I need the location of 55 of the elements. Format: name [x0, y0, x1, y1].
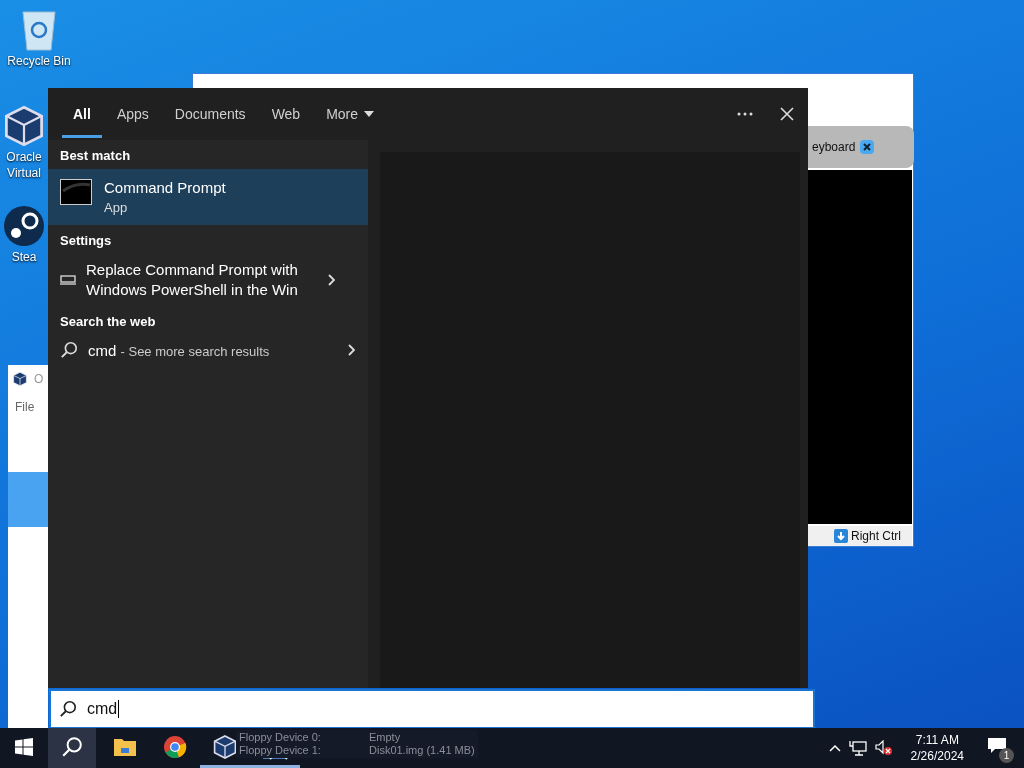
- filter-tab[interactable]: All: [60, 88, 104, 140]
- toolbar-label: eyboard: [812, 140, 856, 154]
- window-title: O: [34, 372, 44, 386]
- icon-label: Stea: [11, 250, 37, 264]
- result-text: Replace Command Prompt with Windows PowerShell in the Win: [86, 260, 299, 300]
- muted-speaker-icon[interactable]: [874, 740, 893, 756]
- chrome-icon: [163, 734, 187, 759]
- icon-label: Oracle: [6, 150, 42, 164]
- caret-icon: [364, 111, 375, 117]
- tooltip-value: Empty: [369, 731, 402, 744]
- arrow-down-icon: [834, 529, 848, 543]
- filter-tab[interactable]: More: [313, 88, 388, 140]
- section-heading: Best match: [59, 147, 132, 165]
- chevron-right-icon: [348, 344, 356, 356]
- cube-icon: [2, 104, 46, 148]
- settings-result[interactable]: Replace Command Prompt with Windows PowerShell in the Win: [48, 254, 368, 306]
- section-heading: Search the web: [59, 313, 157, 331]
- search-field[interactable]: cmd: [49, 689, 815, 729]
- web-result[interactable]: cmd - See more search results: [48, 335, 368, 365]
- windows-icon: [15, 737, 33, 756]
- cube-icon: [12, 371, 28, 387]
- folder-icon: [113, 736, 137, 757]
- best-match-item[interactable]: Command Prompt App: [48, 169, 368, 225]
- search-icon: [61, 735, 83, 758]
- result-text: cmd - See more search results: [88, 341, 271, 359]
- tooltip-label: Floppy Device 0:: [239, 731, 322, 744]
- notifications-button[interactable]: 1: [982, 731, 1016, 765]
- result-type: App: [104, 200, 129, 215]
- ellipsis-icon: [737, 112, 753, 116]
- chevron-right-icon: [328, 274, 336, 286]
- clock[interactable]: 7:11 AM 2/26/2024: [910, 732, 964, 764]
- icon-label: Virtual: [7, 166, 41, 180]
- search-icon: [59, 700, 77, 718]
- section-heading: Settings: [59, 232, 113, 250]
- notification-count: 1: [999, 748, 1014, 763]
- close-icon[interactable]: [859, 139, 876, 155]
- terminal-icon: [60, 179, 92, 205]
- close-icon: [780, 107, 794, 121]
- tooltip-value: Disk01.img (1.41 MB): [369, 744, 475, 757]
- laptop-icon: [60, 275, 76, 285]
- chevron-up-icon[interactable]: [828, 744, 841, 752]
- icon-label: Recycle Bin: [7, 54, 71, 68]
- filter-tab[interactable]: Apps: [103, 88, 162, 140]
- recycle-bin-icon: [19, 8, 59, 52]
- menu-item[interactable]: File: [15, 400, 35, 414]
- cube-icon: [212, 733, 238, 760]
- search-icon: [60, 341, 78, 359]
- network-icon[interactable]: [848, 740, 867, 756]
- search-button[interactable]: [48, 728, 96, 768]
- filter-tab[interactable]: Documents: [161, 88, 259, 140]
- host-key-label: Right Ctrl: [851, 529, 901, 543]
- steam-icon: [2, 204, 46, 248]
- tooltip-label: Floppy Device 1:: [239, 744, 322, 757]
- filter-tab[interactable]: Web: [258, 88, 314, 140]
- result-title: Command Prompt: [104, 179, 226, 196]
